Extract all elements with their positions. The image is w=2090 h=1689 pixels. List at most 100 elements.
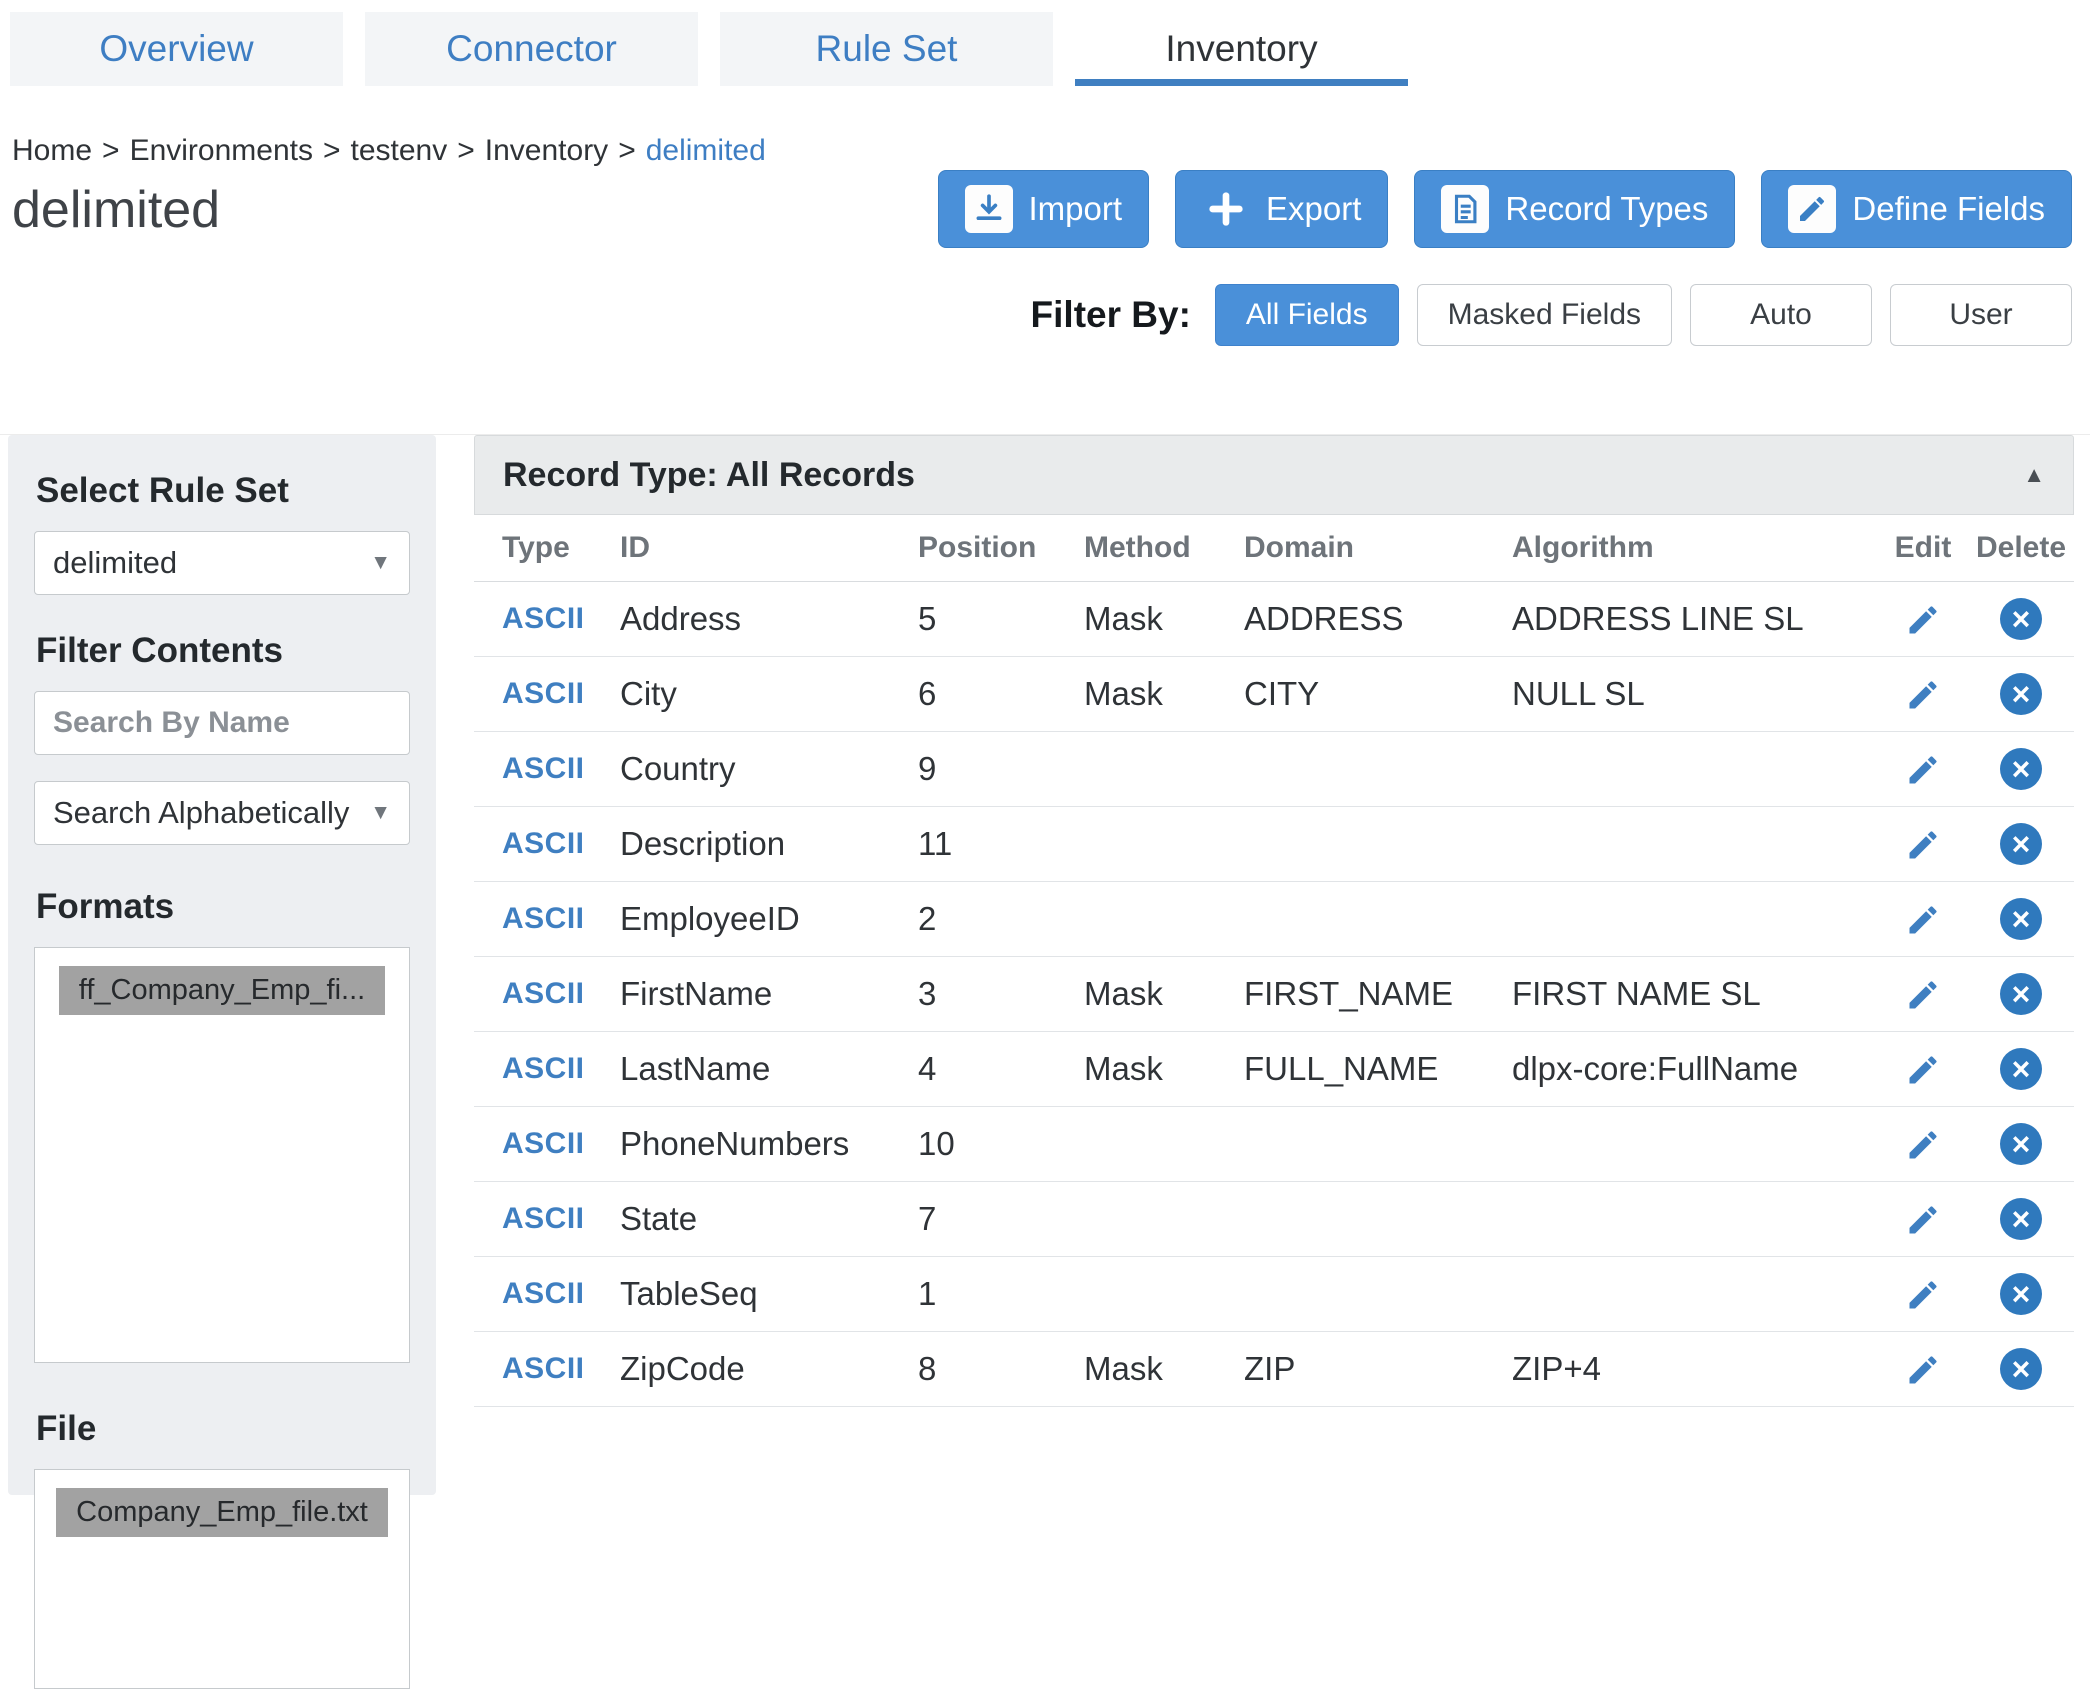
row-id: City (614, 656, 912, 731)
row-method: Mask (1078, 656, 1238, 731)
edit-icon[interactable] (1905, 752, 1941, 788)
export-button-label: Export (1266, 190, 1361, 228)
row-domain (1238, 1181, 1506, 1256)
breadcrumb-separator: > (618, 134, 636, 167)
breadcrumb: Home>Environments>testenv>Inventory>deli… (12, 134, 2072, 168)
file-label: File (36, 1409, 410, 1449)
delete-icon[interactable]: × (2000, 823, 2042, 865)
row-type: ASCII (474, 1331, 614, 1406)
breadcrumb-home[interactable]: Home (12, 134, 92, 167)
sidebar: Select Rule Set delimited ▼ Filter Conte… (8, 435, 436, 1495)
row-method: Mask (1078, 1031, 1238, 1106)
row-id: Country (614, 731, 912, 806)
row-domain (1238, 1106, 1506, 1181)
row-method (1078, 1106, 1238, 1181)
tab-inventory[interactable]: Inventory (1075, 12, 1408, 86)
delete-icon[interactable]: × (2000, 673, 2042, 715)
row-domain: ZIP (1238, 1331, 1506, 1406)
inventory-table-body: ASCII Address 5 Mask ADDRESS ADDRESS LIN… (474, 581, 2074, 1406)
export-button[interactable]: Export (1175, 170, 1388, 248)
column-header-type: Type (474, 515, 614, 581)
edit-icon[interactable] (1905, 977, 1941, 1013)
edit-icon[interactable] (1905, 602, 1941, 638)
column-header-method: Method (1078, 515, 1238, 581)
edit-icon[interactable] (1905, 1202, 1941, 1238)
row-id: EmployeeID (614, 881, 912, 956)
row-domain (1238, 1256, 1506, 1331)
format-item[interactable]: ff_Company_Emp_fi... (59, 966, 385, 1015)
filter-contents-label: Filter Contents (36, 631, 410, 671)
file-item[interactable]: Company_Emp_file.txt (56, 1488, 388, 1537)
delete-icon[interactable]: × (2000, 973, 2042, 1015)
record-type-header-label: Record Type: All Records (503, 456, 915, 495)
breadcrumb-environments[interactable]: Environments (130, 134, 313, 167)
delete-icon[interactable]: × (2000, 1348, 2042, 1390)
sort-select[interactable]: Search Alphabetically ▼ (34, 781, 410, 845)
row-position: 5 (912, 581, 1078, 656)
row-id: PhoneNumbers (614, 1106, 912, 1181)
edit-icon[interactable] (1905, 1277, 1941, 1313)
record-type-header: Record Type: All Records ▲ (474, 435, 2074, 515)
row-id: FirstName (614, 956, 912, 1031)
row-id: TableSeq (614, 1256, 912, 1331)
header-actions: Import Export Record Types Define Fields (938, 170, 2073, 346)
breadcrumb-testenv[interactable]: testenv (351, 134, 448, 167)
row-algorithm (1506, 1256, 1878, 1331)
edit-icon[interactable] (1905, 902, 1941, 938)
delete-icon[interactable]: × (2000, 1048, 2042, 1090)
chevron-down-icon: ▼ (370, 551, 391, 575)
delete-icon[interactable]: × (2000, 1273, 2042, 1315)
edit-icon[interactable] (1905, 1352, 1941, 1388)
filter-auto-button[interactable]: Auto (1690, 284, 1872, 346)
delete-icon[interactable]: × (2000, 1198, 2042, 1240)
edit-icon[interactable] (1905, 1127, 1941, 1163)
collapse-icon[interactable]: ▲ (2023, 462, 2045, 488)
row-position: 8 (912, 1331, 1078, 1406)
delete-icon[interactable]: × (2000, 898, 2042, 940)
filter-masked-fields-button[interactable]: Masked Fields (1417, 284, 1672, 346)
filter-by-label: Filter By: (1031, 294, 1191, 336)
import-button-label: Import (1029, 190, 1123, 228)
filter-user-button[interactable]: User (1890, 284, 2072, 346)
tab-rule-set[interactable]: Rule Set (720, 12, 1053, 86)
record-types-button[interactable]: Record Types (1414, 170, 1735, 248)
toolbar: Import Export Record Types Define Fields (938, 170, 2073, 248)
row-position: 2 (912, 881, 1078, 956)
row-domain (1238, 806, 1506, 881)
row-algorithm (1506, 731, 1878, 806)
breadcrumb-current[interactable]: delimited (646, 134, 766, 167)
table-row: ASCII FirstName 3 Mask FIRST_NAME FIRST … (474, 956, 2074, 1031)
breadcrumb-inventory[interactable]: Inventory (485, 134, 608, 167)
row-type: ASCII (474, 656, 614, 731)
tab-connector[interactable]: Connector (365, 12, 698, 86)
row-algorithm (1506, 881, 1878, 956)
row-type: ASCII (474, 581, 614, 656)
filter-all-fields-button[interactable]: All Fields (1215, 284, 1399, 346)
import-button[interactable]: Import (938, 170, 1150, 248)
row-id: LastName (614, 1031, 912, 1106)
edit-icon[interactable] (1905, 677, 1941, 713)
inventory-table: Type ID Position Method Domain Algorithm… (474, 515, 2074, 1407)
row-type: ASCII (474, 1031, 614, 1106)
row-method (1078, 881, 1238, 956)
row-type: ASCII (474, 806, 614, 881)
row-method: Mask (1078, 956, 1238, 1031)
table-row: ASCII LastName 4 Mask FULL_NAME dlpx-cor… (474, 1031, 2074, 1106)
delete-icon[interactable]: × (2000, 748, 2042, 790)
tab-overview[interactable]: Overview (10, 12, 343, 86)
page-header: Home>Environments>testenv>Inventory>deli… (0, 134, 2090, 434)
export-icon (1202, 185, 1250, 233)
table-row: ASCII Country 9 × (474, 731, 2074, 806)
table-row: ASCII PhoneNumbers 10 × (474, 1106, 2074, 1181)
table-header-row: Type ID Position Method Domain Algorithm… (474, 515, 2074, 581)
define-fields-button[interactable]: Define Fields (1761, 170, 2072, 248)
delete-icon[interactable]: × (2000, 598, 2042, 640)
row-type: ASCII (474, 956, 614, 1031)
delete-icon[interactable]: × (2000, 1123, 2042, 1165)
row-domain: CITY (1238, 656, 1506, 731)
edit-icon[interactable] (1905, 1052, 1941, 1088)
edit-icon[interactable] (1905, 827, 1941, 863)
row-position: 7 (912, 1181, 1078, 1256)
search-input[interactable] (34, 691, 410, 755)
rule-set-select[interactable]: delimited ▼ (34, 531, 410, 595)
